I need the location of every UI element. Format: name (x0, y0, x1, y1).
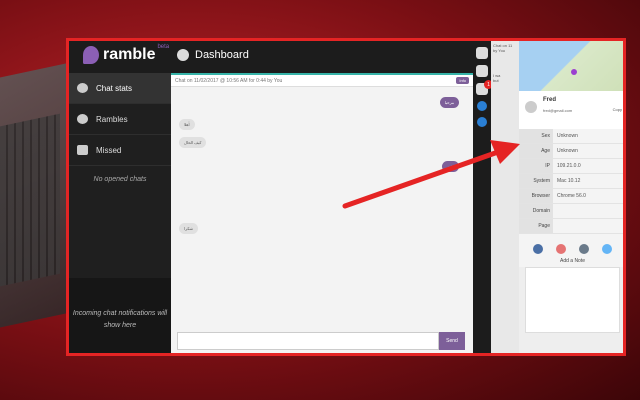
sidebar-item-label: Rambles (96, 114, 128, 124)
visitor-info-table: Sex Unknown Age Unknown IP 109.21.0.0 Syste… (519, 129, 623, 234)
preview-text: by You (493, 48, 506, 53)
twitter-icon[interactable] (601, 244, 612, 254)
visitor-profile: Fred fred@gmail.com Copy (519, 91, 623, 129)
chat-bubbles-icon[interactable] (476, 65, 488, 77)
chat-tab-icon[interactable] (477, 101, 487, 111)
visitor-actions (519, 234, 623, 258)
laptop-keyboard-background (0, 113, 60, 287)
logo-text: ramble (103, 46, 156, 63)
sidebar-item-label: Chat stats (96, 83, 133, 93)
dashboard-icon[interactable] (476, 47, 488, 59)
sidebar-item-missed[interactable]: Missed (69, 135, 171, 166)
clipboard-icon[interactable] (578, 244, 589, 254)
info-row: Sex Unknown (519, 129, 623, 144)
chat-header: Chat on 11/02/2017 @ 10:56 AM for 0:44 b… (171, 75, 473, 87)
info-label: Age (519, 144, 553, 158)
chat-preview: Chat on 11 by You I wa but (491, 41, 519, 353)
chat-header-text: Chat on 11/02/2017 @ 10:56 AM for 0:44 b… (175, 78, 283, 84)
info-button[interactable]: Info (456, 77, 469, 84)
copy-email-button[interactable]: Copy (613, 107, 622, 112)
preview-text: but (493, 78, 499, 83)
info-value: Unknown (553, 129, 623, 143)
info-row: Domain (519, 204, 623, 219)
google-icon[interactable] (556, 244, 567, 254)
ramble-logo-icon (83, 46, 99, 64)
message-input[interactable] (177, 332, 439, 350)
logo: ramble beta (83, 44, 170, 64)
sidebar-item-rambles[interactable]: Rambles (69, 104, 171, 135)
page-header: Dashboard (177, 49, 249, 61)
visitor-panel: Fred fred@gmail.com Copy Sex Unknown Age U… (519, 41, 623, 353)
envelope-icon[interactable]: 1 (476, 80, 493, 95)
info-row: Age Unknown (519, 144, 623, 159)
info-value: Chrome 56.0 (553, 189, 623, 203)
page-title: Dashboard (195, 49, 249, 61)
notification-notice: Incoming chat notifications will show he… (69, 278, 171, 353)
send-button[interactable]: Send (439, 332, 465, 350)
dashboard-icon (177, 49, 189, 61)
logo-badge: beta (157, 44, 170, 50)
info-row: IP 109.21.0.0 (519, 159, 623, 174)
add-note-label: Add a Note (519, 258, 623, 267)
chat-tab-icon[interactable] (477, 117, 487, 127)
info-label: Browser (519, 189, 553, 203)
chat-bubbles-icon (77, 114, 88, 124)
chat-message: أهلا (179, 119, 195, 130)
app-window: ramble beta Dashboard Chat stats Rambles… (66, 38, 626, 356)
info-label: Sex (519, 129, 553, 143)
chat-message: كيف الحال (179, 137, 207, 148)
sidebar-item-chat-stats[interactable]: Chat stats (69, 73, 171, 104)
chat-message: مرحبا (439, 97, 459, 108)
info-label: Page (519, 219, 553, 233)
map-pin-icon (571, 69, 577, 75)
top-bar: ramble beta Dashboard (69, 41, 473, 73)
info-value (553, 219, 623, 233)
facebook-icon[interactable] (533, 244, 544, 254)
visitor-name: Fred (543, 97, 557, 103)
info-value: Unknown (553, 144, 623, 158)
avatar (525, 101, 537, 113)
info-row: Page (519, 219, 623, 234)
info-row: Browser Chrome 56.0 (519, 189, 623, 204)
chat-tab-bar: 1 (473, 41, 493, 353)
chat-input-bar: Send (177, 332, 465, 350)
note-textarea[interactable] (525, 267, 620, 333)
chat-message: بخير (441, 161, 459, 172)
info-value (553, 204, 623, 218)
info-value: 109.21.0.0 (553, 159, 623, 173)
no-chats-text: No opened chats (93, 176, 147, 183)
info-label: System (519, 174, 553, 188)
info-label: IP (519, 159, 553, 173)
info-label: Domain (519, 204, 553, 218)
info-value: Mac 10.12 (553, 174, 623, 188)
location-map[interactable] (519, 41, 623, 91)
chat-message: شكرا (179, 223, 198, 234)
chat-panel: Chat on 11/02/2017 @ 10:56 AM for 0:44 b… (171, 73, 473, 353)
envelope-icon (77, 145, 88, 155)
dashboard-icon (77, 83, 88, 93)
sidebar: Chat stats Rambles Missed No opened chat… (69, 73, 171, 353)
info-row: System Mac 10.12 (519, 174, 623, 189)
sidebar-item-label: Missed (96, 145, 122, 155)
visitor-email: fred@gmail.com (543, 108, 573, 113)
